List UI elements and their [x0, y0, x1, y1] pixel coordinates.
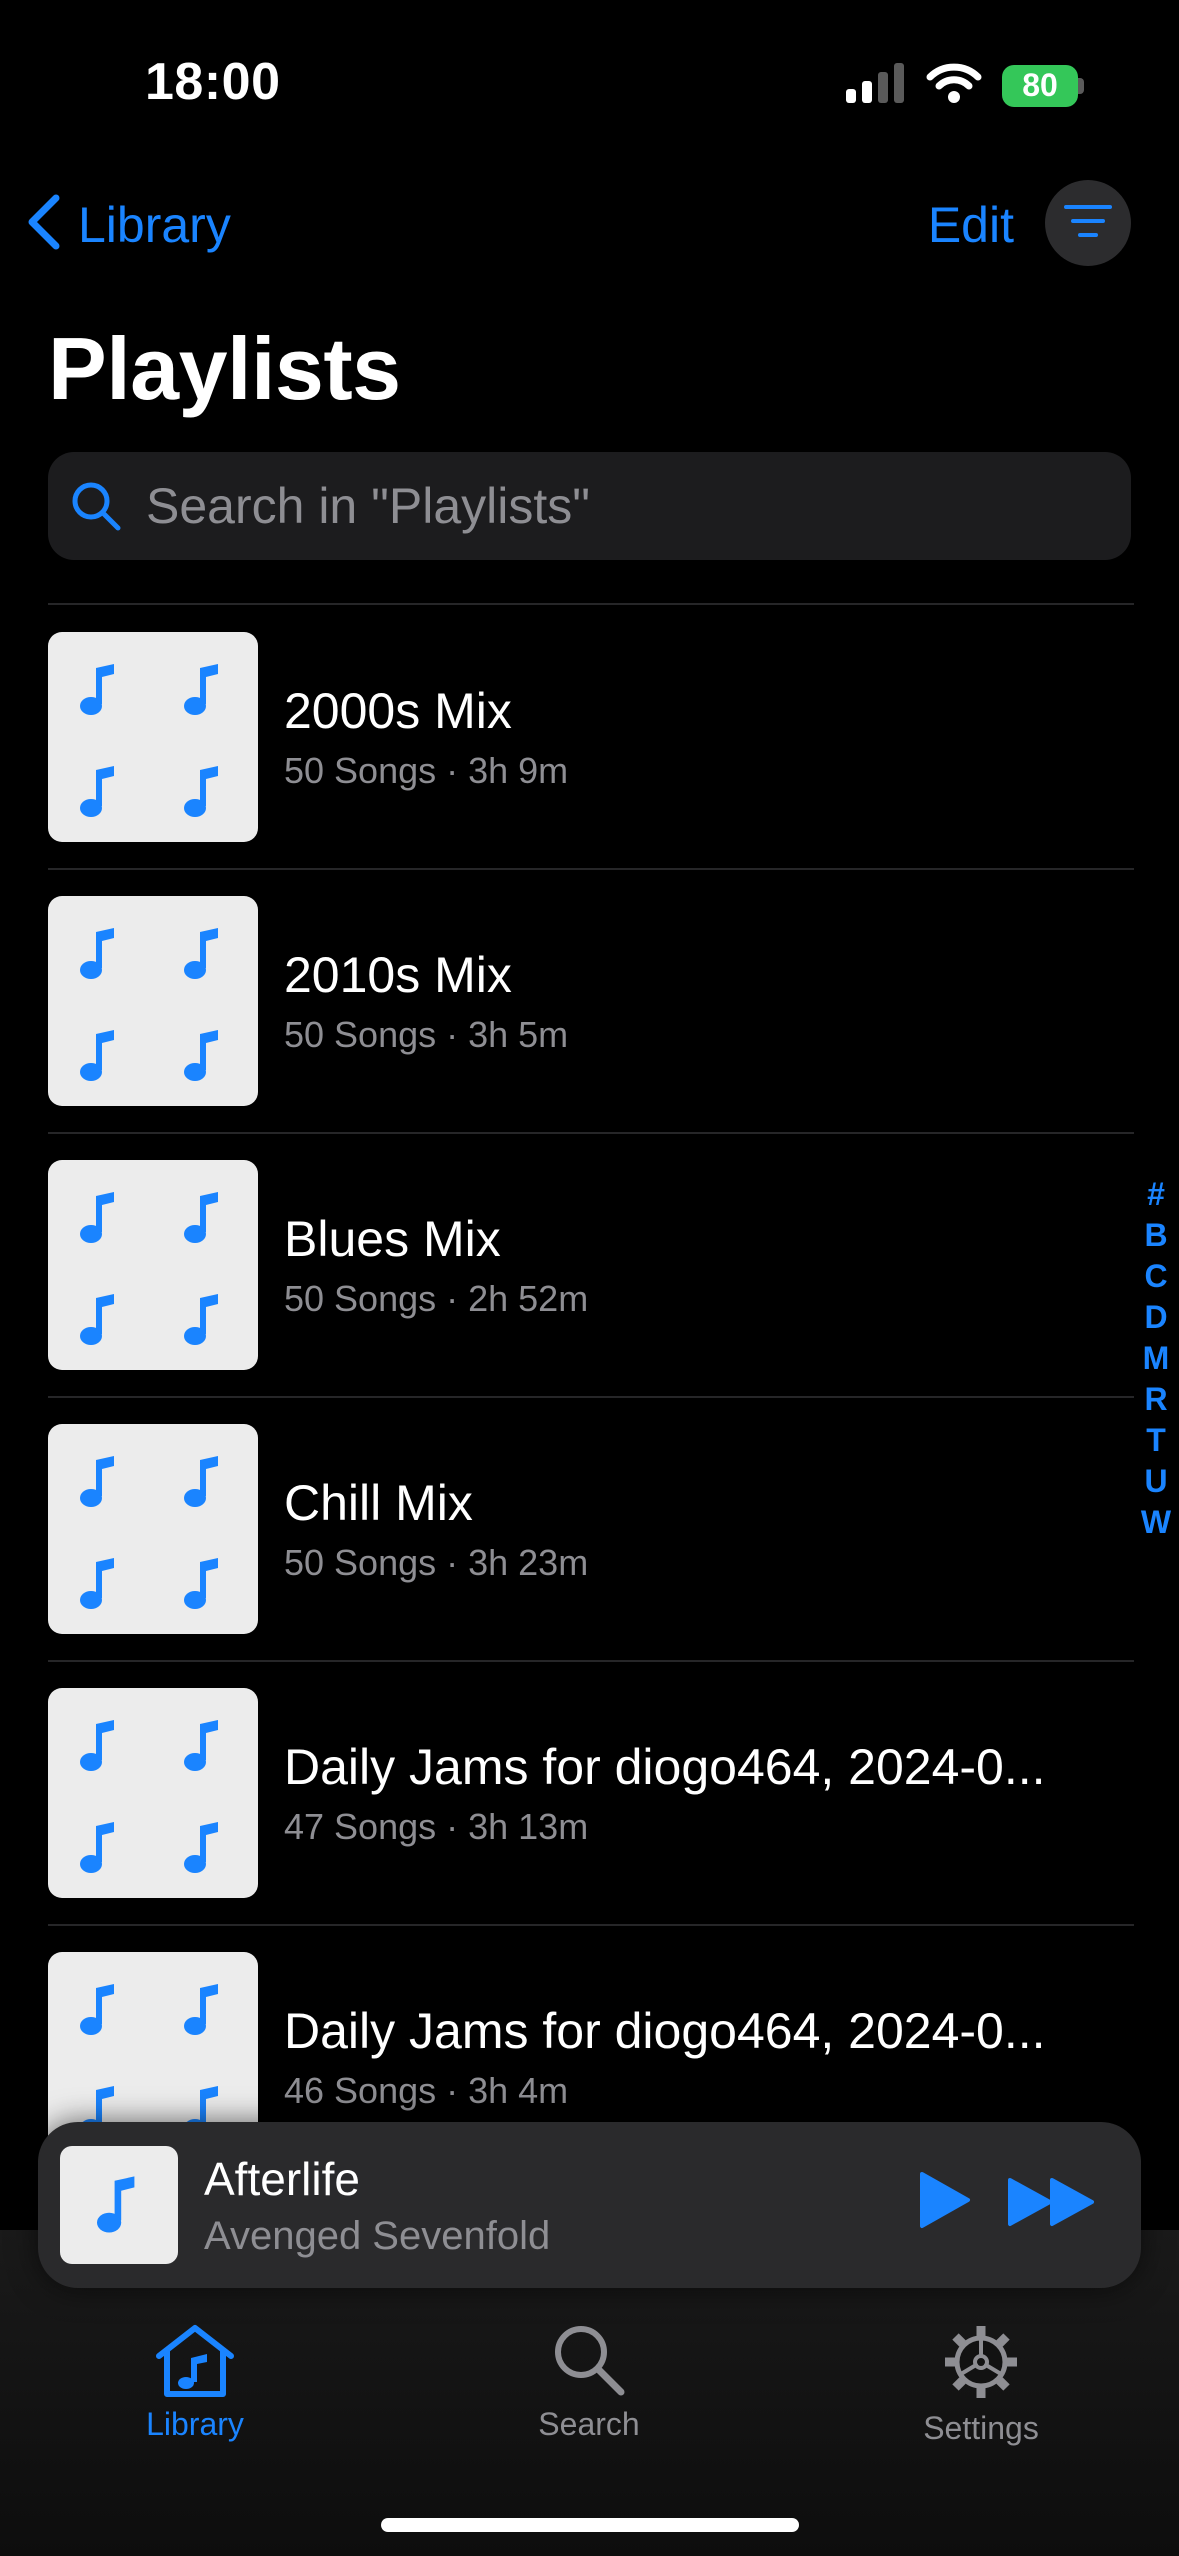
tab-library[interactable]: Library [75, 2322, 315, 2443]
music-note-icon [184, 1822, 218, 1873]
search-bar[interactable] [48, 452, 1131, 560]
music-note-icon [80, 664, 114, 715]
index-letter[interactable]: T [1146, 1420, 1166, 1461]
tab-label: Settings [923, 2410, 1039, 2446]
music-note-icon [80, 1822, 114, 1873]
playlist-title: 2010s Mix [284, 947, 512, 1003]
playlist-artwork [48, 1688, 258, 1898]
playlist-row[interactable]: Blues Mix 50 Songs · 2h 52m [48, 1133, 1134, 1397]
music-note-icon [80, 1984, 114, 2035]
playlist-title: Daily Jams for diogo464, 2024-0... [284, 2003, 1046, 2059]
back-button[interactable]: Library [24, 192, 231, 257]
index-letter[interactable]: D [1144, 1297, 1167, 1338]
music-note-icon [80, 1720, 114, 1771]
playlist-title: Daily Jams for diogo464, 2024-0... [284, 1739, 1046, 1795]
play-icon [920, 2172, 970, 2228]
playlist-title: Chill Mix [284, 1475, 473, 1531]
music-note-icon [184, 1984, 218, 2035]
music-note-icon [80, 1294, 114, 1345]
index-letter[interactable]: U [1144, 1461, 1167, 1502]
chevron-left-icon [24, 192, 64, 257]
playlist-row[interactable]: 2000s Mix 50 Songs · 3h 9m [48, 605, 1134, 869]
playlist-row[interactable]: Chill Mix 50 Songs · 3h 23m [48, 1397, 1134, 1661]
playlist-subtitle: 50 Songs · 3h 23m [284, 1542, 589, 1583]
music-note-icon [80, 1192, 114, 1243]
sort-lines-icon [1063, 201, 1113, 246]
mini-player[interactable]: Afterlife Avenged Sevenfold [38, 2122, 1141, 2288]
battery-indicator: 80 [1002, 64, 1078, 107]
search-icon [555, 2326, 625, 2396]
music-note-icon [184, 1558, 218, 1609]
cellular-signal-icon [846, 63, 906, 108]
tab-label: Library [146, 2406, 244, 2442]
playlist-subtitle: 50 Songs · 3h 5m [284, 1014, 569, 1055]
playlist-title: 2000s Mix [284, 683, 512, 739]
playlist-row[interactable]: 2010s Mix 50 Songs · 3h 5m [48, 869, 1134, 1133]
music-note-icon [80, 1030, 114, 1081]
now-playing-artist: Avenged Sevenfold [204, 2213, 551, 2258]
playlist-artwork [48, 1424, 258, 1634]
playlist-subtitle: 47 Songs · 3h 13m [284, 1806, 589, 1847]
status-icons: 80 [846, 62, 1084, 109]
music-note-icon [184, 1192, 218, 1243]
wifi-icon [926, 62, 982, 109]
music-note-icon [184, 1456, 218, 1507]
tab-label: Search [538, 2406, 640, 2442]
index-letter[interactable]: # [1147, 1174, 1165, 1215]
fast-forward-icon [1008, 2178, 1094, 2226]
search-icon [70, 480, 122, 532]
status-time: 18:00 [145, 53, 281, 111]
music-note-icon [97, 2176, 135, 2233]
now-playing-artwork [60, 2146, 178, 2264]
playlist-artwork [48, 632, 258, 842]
home-indicator[interactable] [381, 2518, 799, 2532]
search-input[interactable] [144, 476, 1048, 536]
music-note-icon [184, 1030, 218, 1081]
sort-button[interactable] [1045, 180, 1131, 266]
battery-tip [1078, 77, 1084, 94]
index-letter[interactable]: R [1144, 1379, 1167, 1420]
section-index[interactable]: # B C D M R T U W [1138, 1174, 1174, 1543]
music-note-icon [184, 664, 218, 715]
music-note-icon [80, 1456, 114, 1507]
tab-settings[interactable]: Settings [861, 2322, 1101, 2447]
playlist-artwork [48, 896, 258, 1106]
playlist-row[interactable]: Daily Jams for diogo464, 2024-0... 47 So… [48, 1661, 1134, 1925]
index-letter[interactable]: M [1143, 1338, 1170, 1379]
playlist-subtitle: 50 Songs · 3h 9m [284, 750, 569, 791]
play-button[interactable] [916, 2170, 972, 2235]
playlist-title: Blues Mix [284, 1211, 501, 1267]
index-letter[interactable]: W [1141, 1502, 1171, 1543]
library-icon [156, 2325, 234, 2397]
music-note-icon [80, 766, 114, 817]
index-letter[interactable]: B [1144, 1215, 1167, 1256]
edit-button[interactable]: Edit [928, 196, 1014, 254]
back-button-label: Library [78, 196, 231, 253]
music-note-icon [80, 928, 114, 979]
music-note-icon [184, 1294, 218, 1345]
now-playing-title: Afterlife [204, 2152, 360, 2205]
index-letter[interactable]: C [1144, 1256, 1167, 1297]
music-note-icon [80, 1558, 114, 1609]
playlist-artwork [48, 1160, 258, 1370]
music-note-icon [184, 1720, 218, 1771]
gear-icon [945, 2326, 1017, 2398]
music-note-icon [184, 766, 218, 817]
tab-search[interactable]: Search [469, 2322, 709, 2443]
playlist-subtitle: 50 Songs · 2h 52m [284, 1278, 589, 1319]
page-title: Playlists [48, 319, 401, 418]
music-note-icon [184, 928, 218, 979]
next-track-button[interactable] [1006, 2176, 1098, 2233]
playlist-subtitle: 46 Songs · 3h 4m [284, 2070, 569, 2111]
